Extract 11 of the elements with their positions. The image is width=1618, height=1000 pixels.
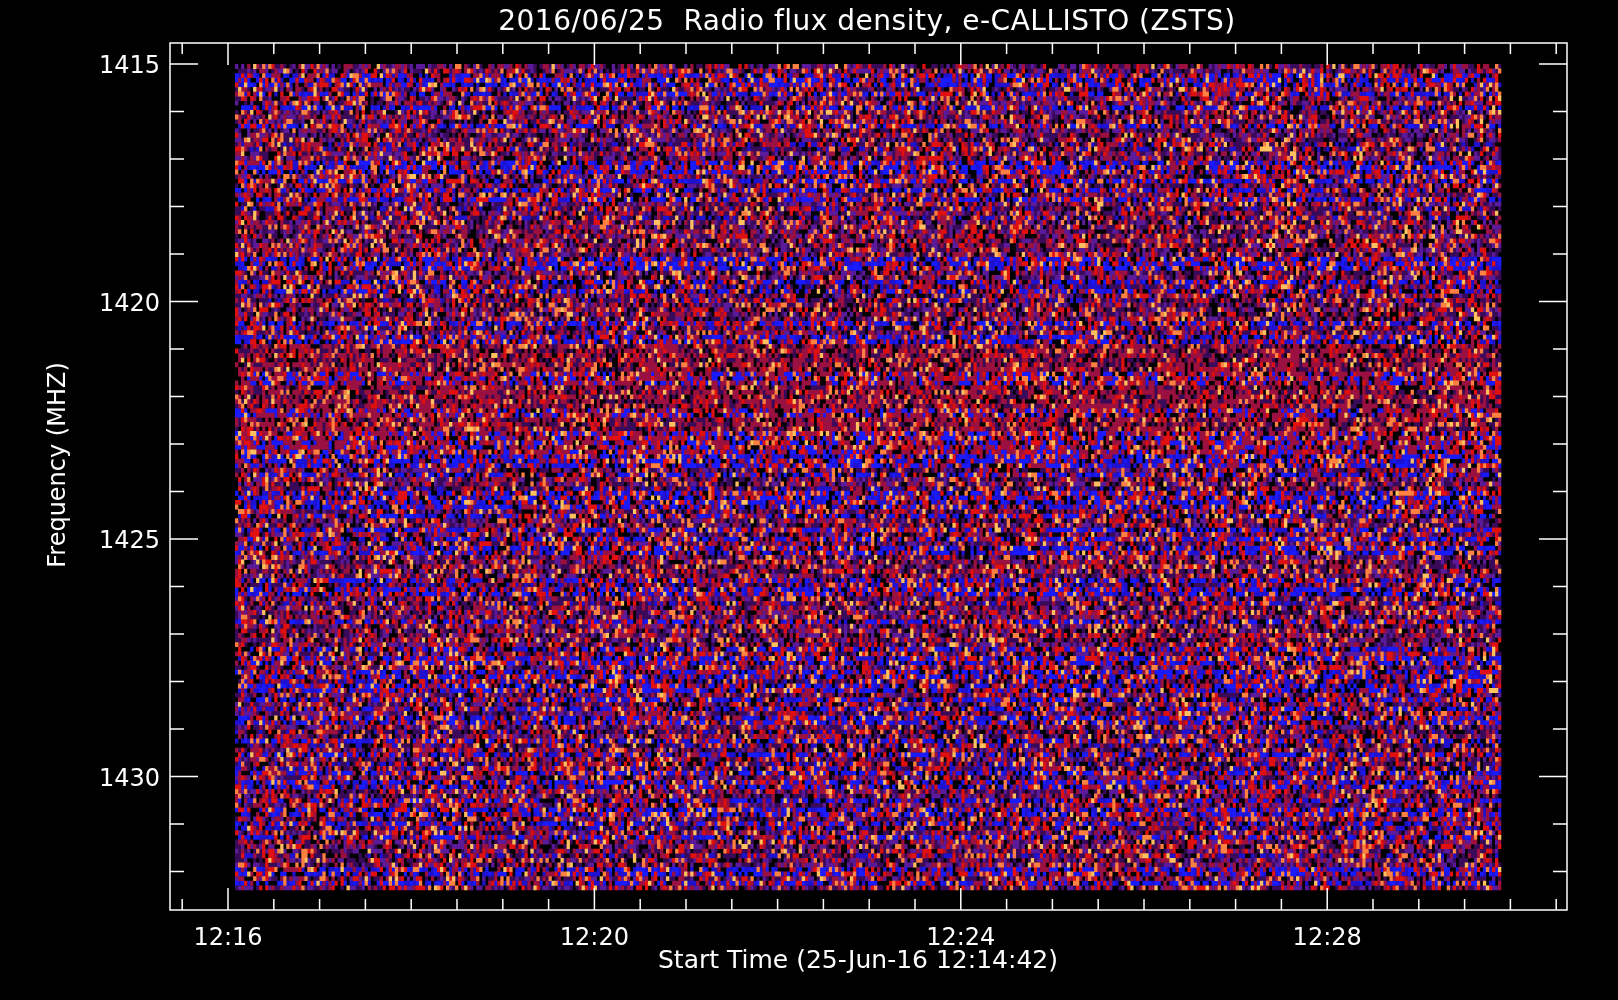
x-tick-label: 12:20	[559, 923, 629, 945]
y-tick-label: 1415	[98, 51, 160, 79]
y-tick-label: 1425	[98, 526, 160, 554]
x-tick-label: 12:16	[193, 923, 263, 945]
y-axis-title: Frequency (MHZ)	[43, 362, 71, 568]
y-tick-label: 1430	[98, 763, 160, 792]
x-tick-label: 12:28	[1292, 923, 1362, 945]
x-tick-label: 12:24	[926, 923, 996, 945]
chart-title: 2016/06/25 Radio flux density, e-CALLISTO (ZSTS)	[498, 3, 1236, 37]
x-axis-title: Start Time (25-Jun-16 12:14:42)	[658, 945, 1058, 976]
y-tick-label: 1420	[98, 288, 160, 317]
